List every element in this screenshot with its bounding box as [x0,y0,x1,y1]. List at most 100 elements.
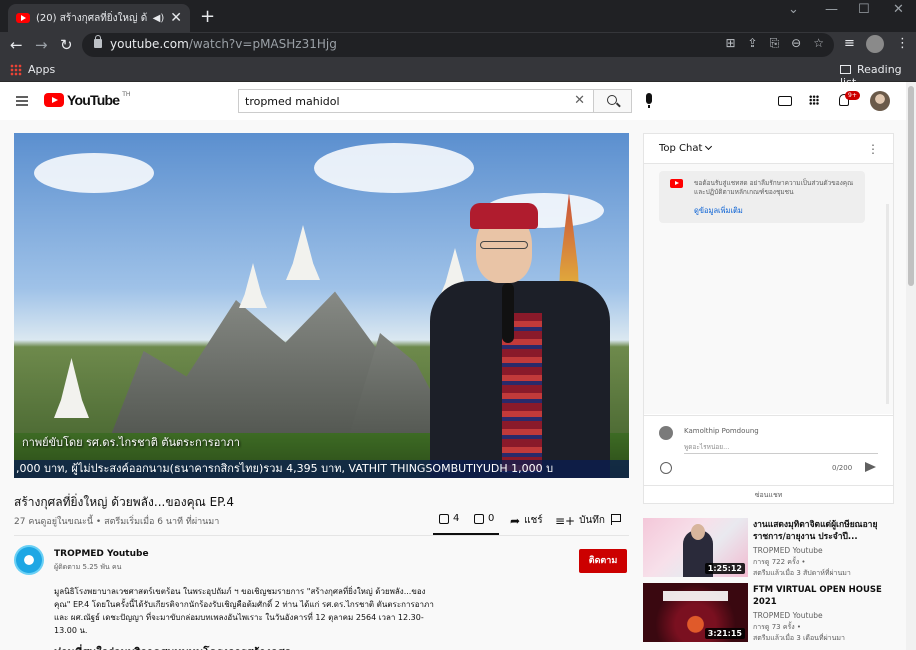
channel-avatar[interactable] [14,545,44,575]
install-app-icon[interactable]: ⇪ [748,36,758,51]
url-host: youtube.com [110,37,189,51]
search-button[interactable] [594,89,632,113]
chat-input-area: Kamolthip Pomdoung พูดอะไรหน่อย... 0/200 [644,415,893,485]
voice-search-icon[interactable] [646,93,652,108]
bookmark-star-icon[interactable]: ☆ [813,36,824,51]
chat-header: Top Chat ⋮ [644,134,893,164]
lock-icon[interactable] [94,35,102,48]
thumbs-down-icon [474,513,484,524]
chat-messages: ขอต้อนรับสู่แชทสด อย่าลืมรักษาความเป็นส่… [644,164,893,414]
donation-ticker: ,000 บาท, ผู้ไม่ประสงค์ออกนาม(ธนาคารกสิก… [14,460,629,478]
browser-profile-avatar[interactable] [866,35,884,53]
description-continued: ท่านที่สนใจร่วมบริจาคสมทบทุนโครงการสร้าง… [54,643,404,650]
tab-close-icon[interactable]: ✕ [170,10,182,26]
singer-figure [424,203,614,478]
zoom-icon[interactable]: ⊖ [791,36,801,51]
youtube-logo[interactable]: YouTube TH [44,91,130,108]
create-video-icon[interactable] [778,96,792,106]
url-path: /watch?v=pMASHz31Hjg [188,37,337,51]
share-label: แชร์ [524,515,543,526]
qr-code-icon[interactable]: ⊞ [725,36,735,51]
like-count: 4 [453,513,460,524]
hide-chat-button[interactable]: ซ่อนแชท [644,485,893,504]
cloud-decor [34,153,154,193]
chat-more-icon[interactable]: ⋮ [867,142,879,156]
video-duration: 3:21:15 [704,628,745,639]
youtube-favicon-icon [16,13,30,23]
chat-message-input[interactable]: พูดอะไรหน่อย... [684,440,878,454]
chat-mode-selector[interactable]: Top Chat [659,142,713,154]
channel-name[interactable]: TROPMED Youtube [54,549,149,559]
char-count: 0/200 [832,464,853,472]
account-avatar[interactable] [870,91,890,111]
rec-video-title[interactable]: งานแสดงมุทิตาจิตแด่ผู้เกษียณอายุราชการ/อ… [753,519,903,543]
share-button[interactable]: ➦ แชร์ [510,513,543,528]
apps-grid-icon[interactable] [10,64,22,76]
notification-count-badge: 9+ [845,91,860,100]
close-window-button[interactable]: ✕ [893,2,904,17]
send-icon[interactable] [865,462,876,472]
forward-button[interactable]: → [35,36,48,54]
singer-headband [470,203,538,229]
browser-menu-icon[interactable]: ⋮ [896,36,909,51]
tab-search-icon[interactable]: ⌄ [788,2,799,17]
notice-text: ขอต้อนรับสู่แชทสด อย่าลืมรักษาความเป็นส่… [694,179,854,196]
apps-bookmark[interactable]: Apps [28,63,55,76]
address-bar[interactable]: youtube.com/watch?v=pMASHz31Hjg ⊞ ⇪ ⎘ ⊖ … [82,33,834,57]
singer-glasses [480,241,528,249]
rec-view-count: การดู 73 ครั้ง • [753,623,802,631]
youtube-apps-icon[interactable] [809,95,819,105]
recommended-video[interactable]: 1:25:12 งานแสดงมุทิตาจิตแด่ผู้เกษียณอายุ… [643,518,906,578]
chat-user-name: Kamolthip Pomdoung [684,427,759,435]
report-flag-icon[interactable] [611,514,621,525]
url-text: youtube.com/watch?v=pMASHz31Hjg [110,37,337,51]
temple-decor [54,358,89,418]
media-control-icon[interactable]: ≡ [844,36,855,51]
back-button[interactable]: ← [10,36,23,54]
chat-mode-label: Top Chat [659,143,703,154]
temple-decor [239,263,267,308]
browser-tabbar: (20) สร้างกุศลที่ยิ่งใหญ่ ด้วยพลัง... ◀)… [0,0,916,32]
save-button[interactable]: ≡+ บันทึก [555,513,605,528]
recommended-video[interactable]: 3:21:15 FTM VIRTUAL OPEN HOUSE 2021 TROP… [643,583,906,643]
youtube-masthead: YouTube TH ✕ 9+ [0,82,906,120]
youtube-notice-icon [670,179,683,188]
video-description: มูลนิธิโรงพยาบาลเวชศาสตร์เขตร้อน ในพระอุ… [54,587,434,635]
like-button[interactable]: 4 [439,513,459,524]
rec-channel-name[interactable]: TROPMED Youtube [753,546,823,555]
clear-search-icon[interactable]: ✕ [574,93,585,108]
microphone-icon [502,283,514,343]
rec-channel-name[interactable]: TROPMED Youtube [753,611,823,620]
video-player[interactable]: กาพย์ขับโดย รศ.ดร.ไกรชาติ ตันตระการอาภา … [14,133,629,478]
cloud-decor [314,143,474,193]
browser-toolbar: ← → ↻ youtube.com/watch?v=pMASHz31Hjg ⊞ … [0,32,916,58]
chat-welcome-notice: ขอต้อนรับสู่แชทสด อย่าลืมรักษาความเป็นส่… [659,171,865,223]
youtube-logo-icon [44,93,64,107]
browser-tab-active[interactable]: (20) สร้างกุศลที่ยิ่งใหญ่ ด้วยพลัง... ◀)… [8,4,190,32]
maximize-button[interactable]: ☐ [858,2,870,17]
emoji-icon[interactable] [660,462,672,474]
chat-scrollbar[interactable] [886,204,889,404]
video-thumbnail[interactable]: 1:25:12 [643,518,748,577]
rec-view-count: การดู 722 ครั้ง • [753,558,806,566]
translate-icon[interactable]: ⎘ [770,36,780,51]
subscribe-button[interactable]: ติดตาม [579,549,627,573]
rec-video-title[interactable]: FTM VIRTUAL OPEN HOUSE 2021 [753,584,903,608]
minimize-button[interactable]: — [825,2,838,17]
page-scrollbar[interactable] [906,82,916,650]
reload-button[interactable]: ↻ [60,36,73,54]
video-credit-caption: กาพย์ขับโดย รศ.ดร.ไกรชาติ ตันตระการอาภา [22,436,240,449]
new-tab-button[interactable]: + [200,6,215,27]
search-input[interactable] [239,90,559,112]
section-divider [14,535,629,536]
scrollbar-thumb[interactable] [908,86,914,286]
tab-title: (20) สร้างกุศลที่ยิ่งใหญ่ ด้วยพลัง... [36,12,147,24]
video-thumbnail[interactable]: 3:21:15 [643,583,748,642]
search-box: ✕ [238,89,594,113]
tab-audio-icon[interactable]: ◀) [153,13,165,24]
menu-hamburger-icon[interactable] [16,96,28,106]
dislike-button[interactable]: 0 [474,513,494,524]
logo-text: YouTube [67,92,120,108]
learn-more-link[interactable]: ดูข้อมูลเพิ่มเติม [694,205,743,217]
subscriber-count: ผู้ติดตาม 5.25 พัน คน [54,563,122,571]
